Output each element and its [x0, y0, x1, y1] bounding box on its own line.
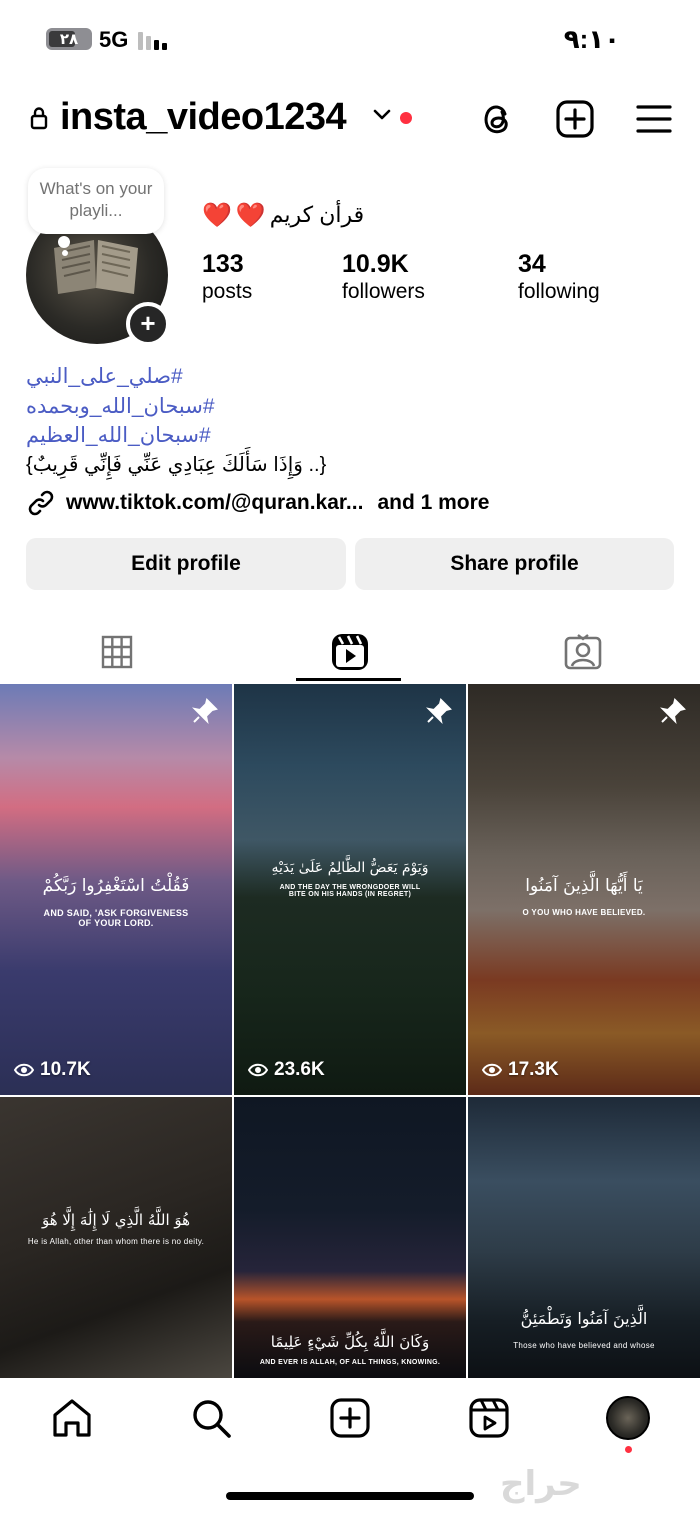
reels-icon — [331, 634, 368, 670]
add-story-button[interactable]: + — [126, 302, 170, 346]
reel-english-text: AND SAID, 'ASK FORGIVENESS OF YOUR LORD. — [43, 908, 189, 928]
following-count[interactable]: 34 following — [518, 250, 600, 306]
profile-avatar-nav[interactable] — [606, 1396, 650, 1440]
bio-hashtag[interactable]: #سبحان_الله_وبحمده — [26, 394, 215, 419]
create-icon[interactable] — [328, 1396, 372, 1440]
reel-arabic-text: وَيَوْمَ يَعَضُّ الظَّالِمُ عَلَىٰ يَدَي… — [271, 860, 429, 876]
create-icon[interactable] — [554, 98, 596, 140]
reels-icon[interactable] — [467, 1396, 511, 1440]
profile-header: insta_video1234 — [0, 90, 700, 150]
note-text: What's on your playli... — [39, 179, 153, 220]
bottom-nav: حراج — [0, 1378, 700, 1514]
chevron-down-icon[interactable] — [372, 108, 392, 122]
tagged-icon — [564, 634, 601, 670]
menu-icon[interactable] — [633, 98, 675, 140]
tab-reels[interactable] — [233, 622, 466, 682]
reel-thumbnail[interactable]: فَقُلْتُ اسْتَغْفِرُوا رَبَّكُمْ AND SAI… — [0, 684, 232, 1095]
active-tab-indicator — [296, 678, 401, 681]
reel-arabic-text: هُوَ اللَّهُ الَّذِي لَا إِلَٰهَ إِلَّا … — [41, 1211, 191, 1229]
tab-grid[interactable] — [0, 622, 233, 682]
bio-quote: {وَإِذَا سَأَلَكَ عِبَادِي عَنِّي فَإِنِ… — [26, 454, 327, 476]
heart-emoji-icon: ❤️ — [235, 201, 266, 229]
search-icon[interactable] — [189, 1396, 233, 1440]
bio-hashtag[interactable]: #صلي_على_النبي — [26, 364, 183, 389]
reel-arabic-text: الَّذِينَ آمَنُوا وَتَطْمَئِنُّ — [520, 1309, 648, 1328]
reel-thumbnail[interactable]: وَيَوْمَ يَعَضُّ الظَّالِمُ عَلَىٰ يَدَي… — [234, 684, 466, 1095]
status-bar: ٢٨ 5G ٩:١٠ — [0, 0, 700, 80]
posts-count[interactable]: 133 posts — [202, 250, 252, 306]
eye-icon — [14, 1063, 34, 1077]
reel-english-text: AND THE DAY THE WRONGDOER WILL BITE ON H… — [279, 884, 421, 898]
display-name-text: قرأن كريم — [269, 202, 365, 227]
network-type: 5G — [99, 27, 129, 52]
reel-english-text: He is Allah, other than whom there is no… — [27, 1237, 205, 1246]
eye-icon — [482, 1063, 502, 1077]
bio-link-more: and 1 more — [377, 491, 490, 514]
reel-arabic-text: وَكَانَ اللَّهُ بِكُلِّ شَيْءٍ عَلِيمًا — [270, 1333, 430, 1351]
reel-views: 10.7K — [14, 1059, 91, 1081]
reel-views: 23.6K — [248, 1059, 325, 1081]
reel-english-text: AND EVER IS ALLAH, OF ALL THINGS, KNOWIN… — [259, 1359, 441, 1366]
eye-icon — [248, 1063, 268, 1077]
reel-thumbnail[interactable]: يَا أَيُّهَا الَّذِينَ آمَنُوا O YOU WHO… — [468, 684, 700, 1095]
reel-english-text: Those who have believed and whose — [513, 1341, 655, 1350]
reel-views: 17.3K — [482, 1059, 559, 1081]
battery-level: ٢٨ — [59, 31, 79, 48]
followers-count[interactable]: 10.9K followers — [342, 250, 425, 306]
bio-link-url: www.tiktok.com/@quran.kar... — [66, 491, 364, 514]
lock-icon — [30, 107, 48, 130]
grid-icon — [101, 635, 132, 669]
status-time: ٩:١٠ — [563, 24, 620, 54]
battery-icon: ٢٨ — [46, 28, 92, 50]
watermark-logo: حراج — [500, 1464, 582, 1504]
reel-thumbnail[interactable]: هُوَ اللَّهُ الَّذِي لَا إِلَٰهَ إِلَّا … — [0, 1097, 232, 1378]
notification-dot — [625, 1446, 632, 1453]
pin-icon — [660, 698, 686, 724]
link-icon — [28, 490, 54, 516]
display-name: ❤️ ❤️ قرأن كريم — [202, 198, 372, 232]
share-profile-button[interactable]: Share profile — [355, 538, 674, 590]
reel-thumbnail[interactable]: الَّذِينَ آمَنُوا وَتَطْمَئِنُّ Those wh… — [468, 1097, 700, 1378]
bio-link[interactable]: www.tiktok.com/@quran.kar... and 1 more — [26, 488, 489, 518]
note-bubble[interactable]: What's on your playli... — [28, 168, 164, 234]
reel-english-text: O YOU WHO HAVE BELIEVED. — [522, 908, 646, 917]
pin-icon — [192, 698, 218, 724]
heart-emoji-icon: ❤️ — [202, 201, 232, 229]
home-indicator[interactable] — [226, 1492, 474, 1500]
notification-dot — [400, 112, 412, 124]
pin-icon — [426, 698, 452, 724]
tab-tagged[interactable] — [466, 622, 699, 682]
edit-profile-button[interactable]: Edit profile — [26, 538, 346, 590]
threads-icon[interactable] — [476, 98, 518, 140]
bio-hashtag[interactable]: #سبحان_الله_العظيم — [26, 423, 211, 448]
reel-arabic-text: فَقُلْتُ اسْتَغْفِرُوا رَبَّكُمْ — [42, 876, 190, 896]
username-switcher[interactable]: insta_video1234 — [60, 96, 347, 139]
reel-arabic-text: يَا أَيُّهَا الَّذِينَ آمَنُوا — [525, 876, 643, 896]
reel-thumbnail[interactable]: وَكَانَ اللَّهُ بِكُلِّ شَيْءٍ عَلِيمًا … — [234, 1097, 466, 1378]
home-icon[interactable] — [50, 1396, 94, 1440]
signal-icon — [138, 30, 167, 50]
